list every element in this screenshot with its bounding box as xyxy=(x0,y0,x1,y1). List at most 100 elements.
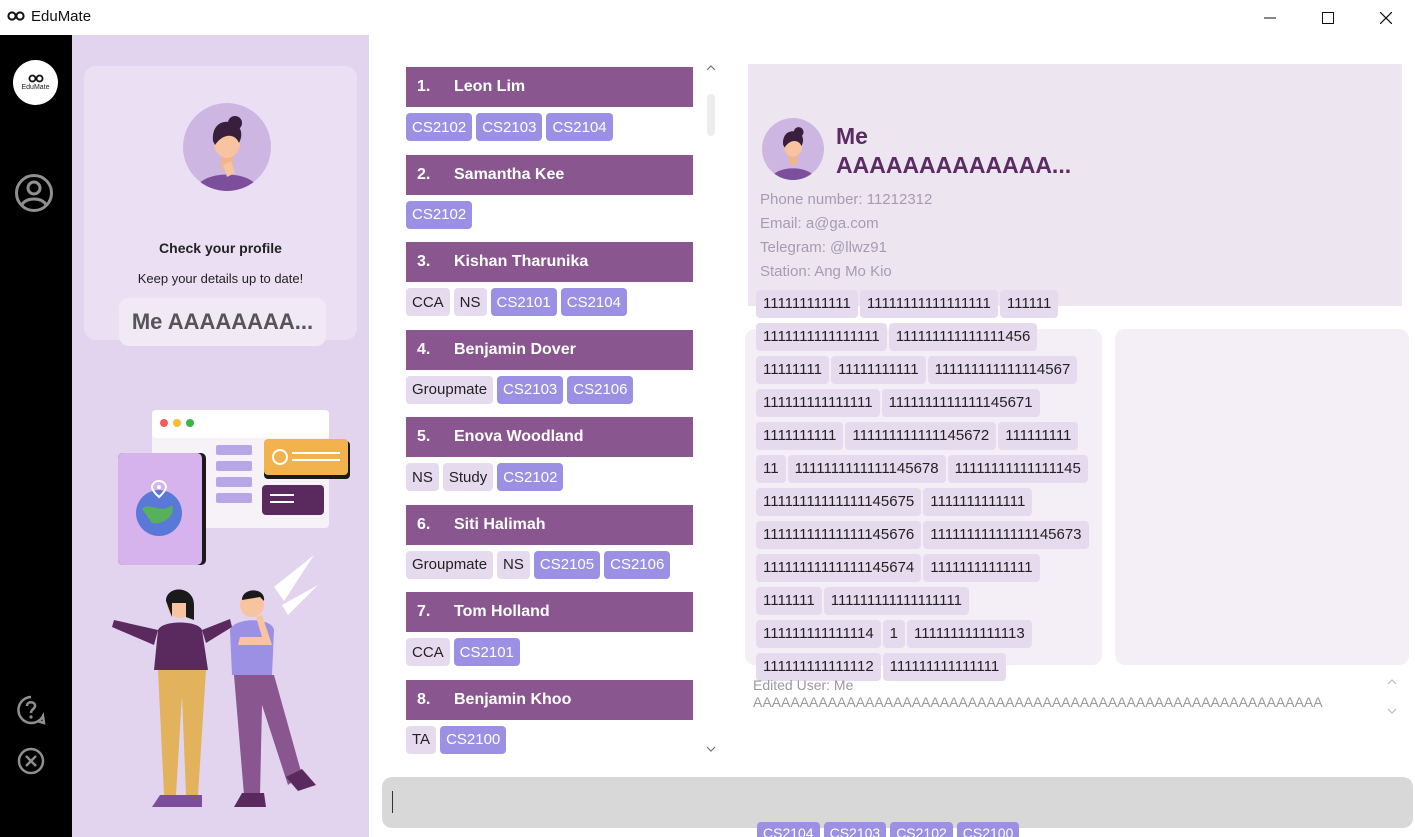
module-tag: CS2102 xyxy=(406,113,473,141)
module-tag: CS2104 xyxy=(560,288,627,316)
profile-card: Check your profile Keep your details up … xyxy=(84,66,357,346)
contact-card[interactable]: 7. Tom Holland CCA CS2101 xyxy=(406,592,693,680)
profile-nav-button[interactable] xyxy=(14,173,54,213)
contact-card[interactable]: 5. Enova Woodland NS Study CS2102 xyxy=(406,417,693,505)
contact-name: Benjamin Khoo xyxy=(454,690,572,708)
detail-tag: 111111 xyxy=(999,290,1059,318)
contact-card[interactable]: 4. Benjamin Dover Groupmate CS2103 CS2106 xyxy=(406,329,693,418)
contact-card[interactable]: 2. Samantha Kee CS2102 xyxy=(406,154,693,243)
detail-tag: 11111111111111145675 xyxy=(756,488,922,516)
contact-name: Tom Holland xyxy=(454,603,550,620)
module-tag: CS2104 xyxy=(757,822,820,837)
contact-name: Samantha Kee xyxy=(454,165,565,183)
nav-sidebar: EduMate xyxy=(0,35,72,837)
detail-tag: 1 xyxy=(882,620,906,648)
detail-tag: 1111111111111145671 xyxy=(881,389,1040,417)
detail-tag: 111111111111 xyxy=(756,290,858,318)
detail-tag-list: 111111111111 11111111111111111 11111111111… xyxy=(756,290,1096,686)
module-tag: CS2103 xyxy=(823,822,887,837)
profile-name-button[interactable]: Me AAAAAAAA... xyxy=(119,298,326,346)
title-bar: EduMate xyxy=(0,0,1415,35)
contact-card-header[interactable]: 2. Samantha Kee xyxy=(406,154,693,195)
contact-name: Enova Woodland xyxy=(454,428,584,445)
contact-card-header[interactable]: 1. Leon Lim xyxy=(406,67,693,107)
glasses-icon xyxy=(28,74,43,83)
exit-button[interactable] xyxy=(17,747,45,775)
contact-card[interactable]: 1. Leon Lim CS2102 CS2103 CS2104 xyxy=(406,67,693,155)
contact-index: 5. xyxy=(417,428,431,445)
module-tag: CS2102 xyxy=(406,200,473,229)
group-tag: NS xyxy=(497,550,530,579)
scroll-down-icon xyxy=(706,746,716,752)
detail-tag: 11111111111 xyxy=(830,356,926,384)
contact-tags: Groupmate NS CS2105 CS2106 xyxy=(406,550,671,579)
group-tag: Study xyxy=(442,463,494,491)
result-scroll[interactable] xyxy=(1387,673,1401,720)
minimize-button[interactable] xyxy=(1241,0,1299,35)
contact-list-panel[interactable]: 1. Leon Lim CS2102 CS2103 CS2104 2. Samantha K… xyxy=(382,48,721,765)
group-tag: CCA xyxy=(406,638,450,666)
contact-index: 8. xyxy=(417,690,431,708)
text-cursor xyxy=(392,791,393,813)
detail-tag: 1111111111111111 xyxy=(756,323,887,351)
contact-card-header[interactable]: 5. Enova Woodland xyxy=(406,417,693,457)
app-window: EduMate EduMate Check your profile Keep … xyxy=(0,0,1415,837)
contact-card-header[interactable]: 8. Benjamin Khoo xyxy=(406,679,693,720)
profile-check-title: Check your profile xyxy=(159,240,282,256)
contact-list-scrollbar[interactable] xyxy=(705,64,717,754)
group-tag: Groupmate xyxy=(406,375,494,404)
contact-card-header[interactable]: 4. Benjamin Dover xyxy=(406,329,693,370)
module-tag: CS2103 xyxy=(476,113,543,141)
avatar[interactable] xyxy=(183,103,271,191)
profile-keep-text: Keep your details up to date! xyxy=(137,271,304,286)
result-line-2: AAAAAAAAAAAAAAAAAAAAAAAAAAAAAAAAAAAAAAAA… xyxy=(753,694,1323,710)
contact-name: Siti Halimah xyxy=(454,515,546,533)
exit-icon xyxy=(17,747,45,775)
contact-card[interactable]: 8. Benjamin Khoo TA CS2100 xyxy=(406,679,693,766)
result-line-1: Edited User: Me xyxy=(753,677,854,693)
detail-tag: 111111111111111 xyxy=(756,389,880,417)
contact-card-header[interactable]: 7. Tom Holland xyxy=(406,592,693,632)
group-tag: TA xyxy=(406,725,437,754)
contact-tags: TA CS2100 xyxy=(406,725,507,754)
detail-tag: 11111111111111145674 xyxy=(756,554,922,582)
contact-card-header[interactable]: 3. Kishan Tharunika xyxy=(406,242,693,282)
scroll-up-icon xyxy=(706,65,716,71)
contact-index: 7. xyxy=(417,603,431,620)
contact-tags: CCA NS CS2101 CS2104 xyxy=(406,288,627,316)
contact-card[interactable]: 6. Siti Halimah Groupmate NS CS2105 CS2106 xyxy=(406,504,693,593)
detail-tag: 111111111 xyxy=(998,422,1079,450)
group-tag: CCA xyxy=(406,288,450,316)
maximize-button[interactable] xyxy=(1299,0,1357,35)
contact-tags: Groupmate CS2103 CS2106 xyxy=(406,375,634,404)
module-tag: CS2101 xyxy=(453,638,520,666)
detail-station: Station: Ang Mo Kio xyxy=(760,263,892,280)
team-illustration xyxy=(112,410,350,807)
detail-email: Email: a@ga.com xyxy=(760,215,879,232)
help-button[interactable] xyxy=(16,695,46,725)
detail-tag: 1111111111 xyxy=(756,422,844,450)
contact-card-header[interactable]: 6. Siti Halimah xyxy=(406,504,693,545)
detail-tag: 11 xyxy=(756,455,786,483)
command-input[interactable] xyxy=(382,777,1413,828)
contact-list[interactable]: 1. Leon Lim CS2102 CS2103 CS2104 2. Samantha K… xyxy=(406,67,693,765)
detail-subcard-right xyxy=(1115,329,1409,665)
result-display: Edited User: Me AAAAAAAAAAAAAAAAAAAAAAAA… xyxy=(753,677,1323,711)
contact-card[interactable]: 3. Kishan Tharunika CCA NS CS2101 CS2104 xyxy=(406,242,693,330)
detail-tag: 111111111111114 xyxy=(756,620,881,648)
module-tag: CS2105 xyxy=(533,550,601,579)
detail-tag: 11111111111111 xyxy=(923,554,1040,582)
close-button[interactable] xyxy=(1357,0,1415,35)
avatar-illustration-icon xyxy=(195,116,259,191)
detail-tag: 111111111111111456 xyxy=(888,323,1038,351)
contact-tags: CS2102 CS2103 CS2104 xyxy=(406,113,613,141)
module-tag: CS2102 xyxy=(497,463,564,491)
result-scroll-up-icon xyxy=(1387,679,1397,685)
result-scroll-down-icon xyxy=(1387,708,1397,714)
module-tag: CS2100 xyxy=(440,725,507,754)
module-tag: CS2106 xyxy=(604,550,671,579)
scrollbar-thumb[interactable] xyxy=(707,94,715,136)
module-tag: CS2102 xyxy=(890,822,953,837)
app-logo[interactable]: EduMate xyxy=(13,60,58,105)
detail-tag: 111111111111111111 xyxy=(823,587,969,615)
